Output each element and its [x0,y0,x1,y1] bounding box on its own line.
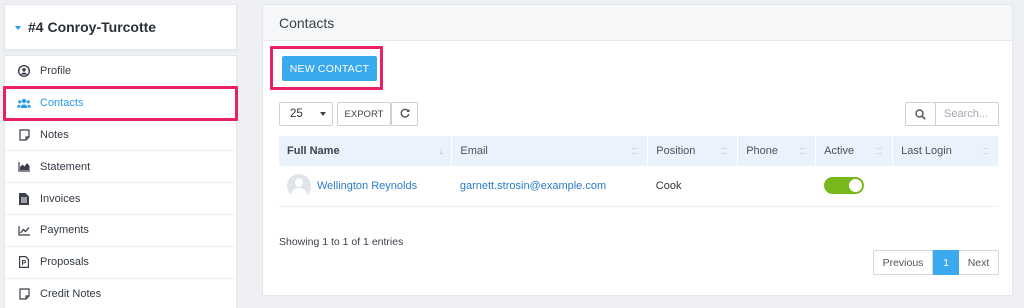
client-sidebar: Profile Contacts Notes Statement Invoice… [3,55,238,308]
contact-name-link[interactable]: Wellington Reynolds [317,180,417,192]
avatar [287,173,311,198]
area-chart-icon [17,160,31,174]
sidebar-item-notes[interactable]: Notes [5,120,236,152]
refresh-button[interactable] [391,102,418,126]
search-icon[interactable] [906,103,936,125]
sidebar-item-statement[interactable]: Statement [5,151,236,184]
sidebar-item-label: Payments [40,224,89,237]
sidebar-item-label: Statement [40,160,91,173]
chevron-down-icon [320,112,326,116]
next-page-button[interactable]: Next [959,250,999,275]
sidebar-item-payments[interactable]: Payments [5,215,236,247]
sidebar-item-proposals[interactable]: Proposals [5,247,236,279]
file-proposal-icon [17,255,31,269]
page-size-value: 25 [290,108,303,120]
table-row: Wellington Reynolds garnett.strosin@exam… [279,166,999,206]
contact-position: Cook [655,179,682,192]
line-chart-icon [17,223,31,237]
table-info: Showing 1 to 1 of 1 entries [279,236,404,248]
column-header-position[interactable]: Position [647,136,739,166]
highlight-frame: NEW CONTACT [270,46,383,90]
user-circle-icon [17,64,31,78]
sort-icon [799,147,807,157]
page-1-button[interactable]: 1 [933,250,959,275]
new-contact-button[interactable]: NEW CONTACT [282,56,377,81]
users-icon [17,96,31,110]
column-header-full-name[interactable]: Full Name ↓ [279,136,453,166]
sidebar-item-label: Profile [40,65,72,78]
column-header-email[interactable]: Email [451,136,649,166]
file-text-icon [17,192,31,206]
panel-title: Contacts [263,5,1012,41]
search-box: Search... [905,102,999,126]
caret-down-icon[interactable] [15,26,21,30]
sort-asc-icon: ↓ [438,146,444,156]
previous-page-button[interactable]: Previous [873,250,933,275]
column-header-active[interactable]: Active [815,136,894,166]
sidebar-item-label: Proposals [40,256,89,269]
contacts-panel: Contacts NEW CONTACT 25 EXPORT Search...… [262,4,1013,296]
sidebar-item-credit-notes[interactable]: Credit Notes [5,279,236,308]
column-header-last-login[interactable]: Last Login [892,136,999,166]
page-size-select[interactable]: 25 [279,102,333,126]
table-header: Full Name ↓ Email Position Phone Active L… [279,136,999,166]
note-icon [17,287,31,301]
sidebar-item-label: Notes [40,128,69,141]
sidebar-item-label: Invoices [40,192,81,205]
sort-icon [721,147,729,157]
sort-icon [982,147,990,157]
refresh-icon [400,108,410,121]
sidebar-item-label: Contacts [40,97,84,110]
sidebar-item-profile[interactable]: Profile [5,56,236,88]
contacts-table: Full Name ↓ Email Position Phone Active L… [279,136,999,207]
sort-icon [631,147,639,157]
sidebar-item-label: Credit Notes [40,288,102,301]
client-header[interactable]: #4 Conroy-Turcotte [4,4,237,50]
search-input[interactable]: Search... [936,103,998,125]
column-header-phone[interactable]: Phone [737,136,817,166]
client-title: #4 Conroy-Turcotte [28,19,157,35]
export-button[interactable]: EXPORT [337,102,391,126]
table-toolbar: 25 EXPORT [279,102,418,126]
pagination: Previous 1 Next [873,250,999,275]
sort-icon [876,147,884,157]
sidebar-item-contacts[interactable]: Contacts [3,85,238,121]
contact-email-link[interactable]: garnett.strosin@example.com [460,180,606,192]
active-toggle[interactable] [823,177,864,195]
sidebar-item-invoices[interactable]: Invoices [5,183,236,215]
note-icon [17,128,31,142]
